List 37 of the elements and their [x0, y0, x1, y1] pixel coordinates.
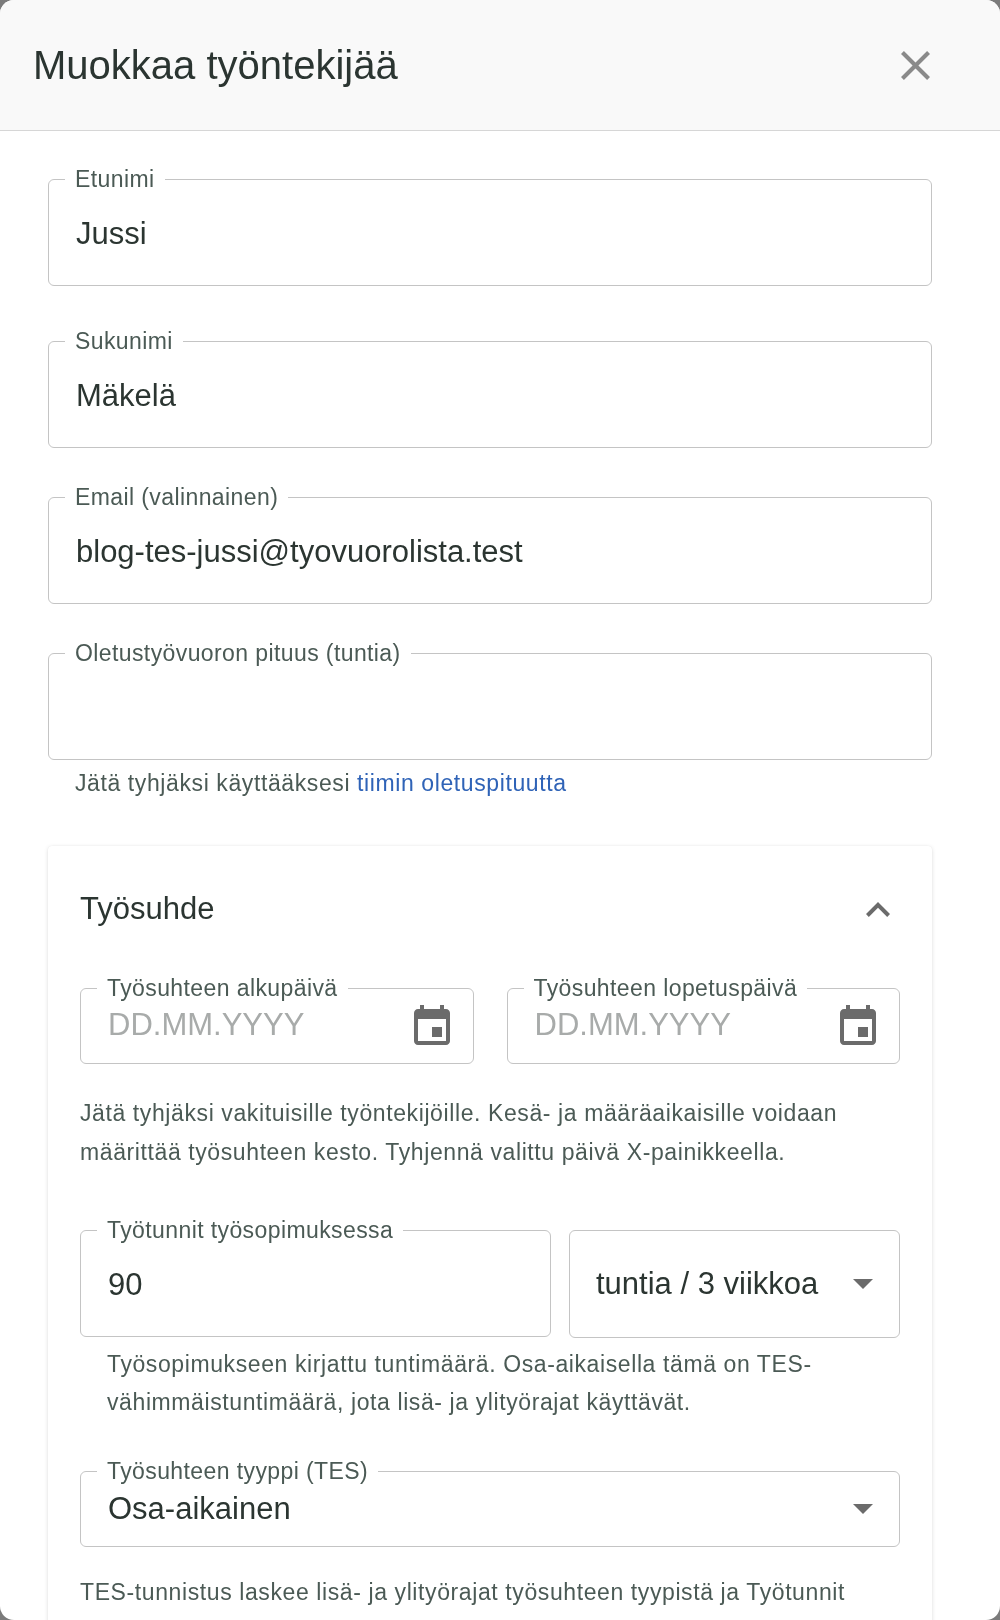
calendar-icon[interactable] — [413, 1005, 450, 1045]
field-label: Työtunnit työsopimuksessa — [106, 1218, 395, 1242]
text-field[interactable]: Email (valinnainen) blog-tes-jussi@tyovuorolista.test — [48, 485, 932, 604]
helper-text: Työsopimukseen kirjattu tuntimäärä. Osa-aikaisella tämä on TES-vähimmäistuntimäärä, jota lisä- ja ylityörajat käyttävät. — [107, 1350, 813, 1417]
field-value: Jussi — [76, 216, 147, 252]
caret-icon — [853, 1279, 873, 1289]
text-field[interactable]: Etunimi Jussi — [48, 167, 932, 286]
text-field[interactable]: Oletustyövuoron pituus (tuntia) — [48, 641, 932, 760]
helper-text: Jätä tyhjäksi vakituisille työntekijöille. Kesä- ja määräaikaisille voidaan määrittää työsuhteen kesto. Tyhjennä valittu päivä X-painikkeella. — [80, 1099, 839, 1167]
field-value: 90 — [108, 1267, 143, 1303]
field-label: Työsuhteen alkupäivä — [106, 976, 339, 1000]
field-label: Email (valinnainen) — [74, 485, 280, 509]
dialog-title: Muokkaa työntekijää — [33, 42, 398, 88]
date-placeholder: DD.MM.YYYY — [534, 1007, 731, 1043]
helper-text: TES-tunnistus laskee lisä- ja ylityörajat työsuhteen tyypistä ja Työtunnit — [80, 1578, 846, 1607]
field-label: Sukunimi — [74, 329, 174, 353]
field-label: Työsuhteen tyyppi (TES) — [106, 1459, 370, 1483]
field-value: blog-tes-jussi@tyovuorolista.test — [76, 534, 523, 570]
caret-icon — [853, 1504, 873, 1514]
helper-text: Jätä tyhjäksi käyttääksesi tiimin oletuspituutta — [75, 770, 568, 796]
chevron-up-icon[interactable] — [866, 901, 890, 917]
date-field[interactable]: Työsuhteen lopetuspäivä DD.MM.YYYY — [506, 976, 900, 1064]
select-field[interactable]: Työsuhteen tyyppi (TES) Osa-aikainen — [80, 1459, 900, 1547]
date-placeholder: DD.MM.YYYY — [108, 1007, 305, 1043]
field-label: Työsuhteen lopetuspäivä — [532, 976, 799, 1000]
close-icon[interactable] — [901, 50, 930, 80]
calendar-icon[interactable] — [840, 1005, 876, 1045]
section-title: Työsuhde — [80, 892, 215, 926]
field-value: Mäkelä — [76, 378, 176, 414]
field-label: Oletustyövuoron pituus (tuntia) — [74, 641, 402, 665]
field-label: Etunimi — [74, 167, 156, 191]
number-field[interactable]: Työtunnit työsopimuksessa 90 — [80, 1218, 551, 1337]
unit-select[interactable]: tuntia / 3 viikkoa — [569, 1230, 900, 1338]
select-value: Osa-aikainen — [108, 1491, 291, 1527]
date-field[interactable]: Työsuhteen alkupäivä DD.MM.YYYY — [80, 976, 474, 1064]
helper-link[interactable]: tiimin oletuspituutta — [357, 770, 567, 796]
text-field[interactable]: Sukunimi Mäkelä — [48, 329, 932, 448]
